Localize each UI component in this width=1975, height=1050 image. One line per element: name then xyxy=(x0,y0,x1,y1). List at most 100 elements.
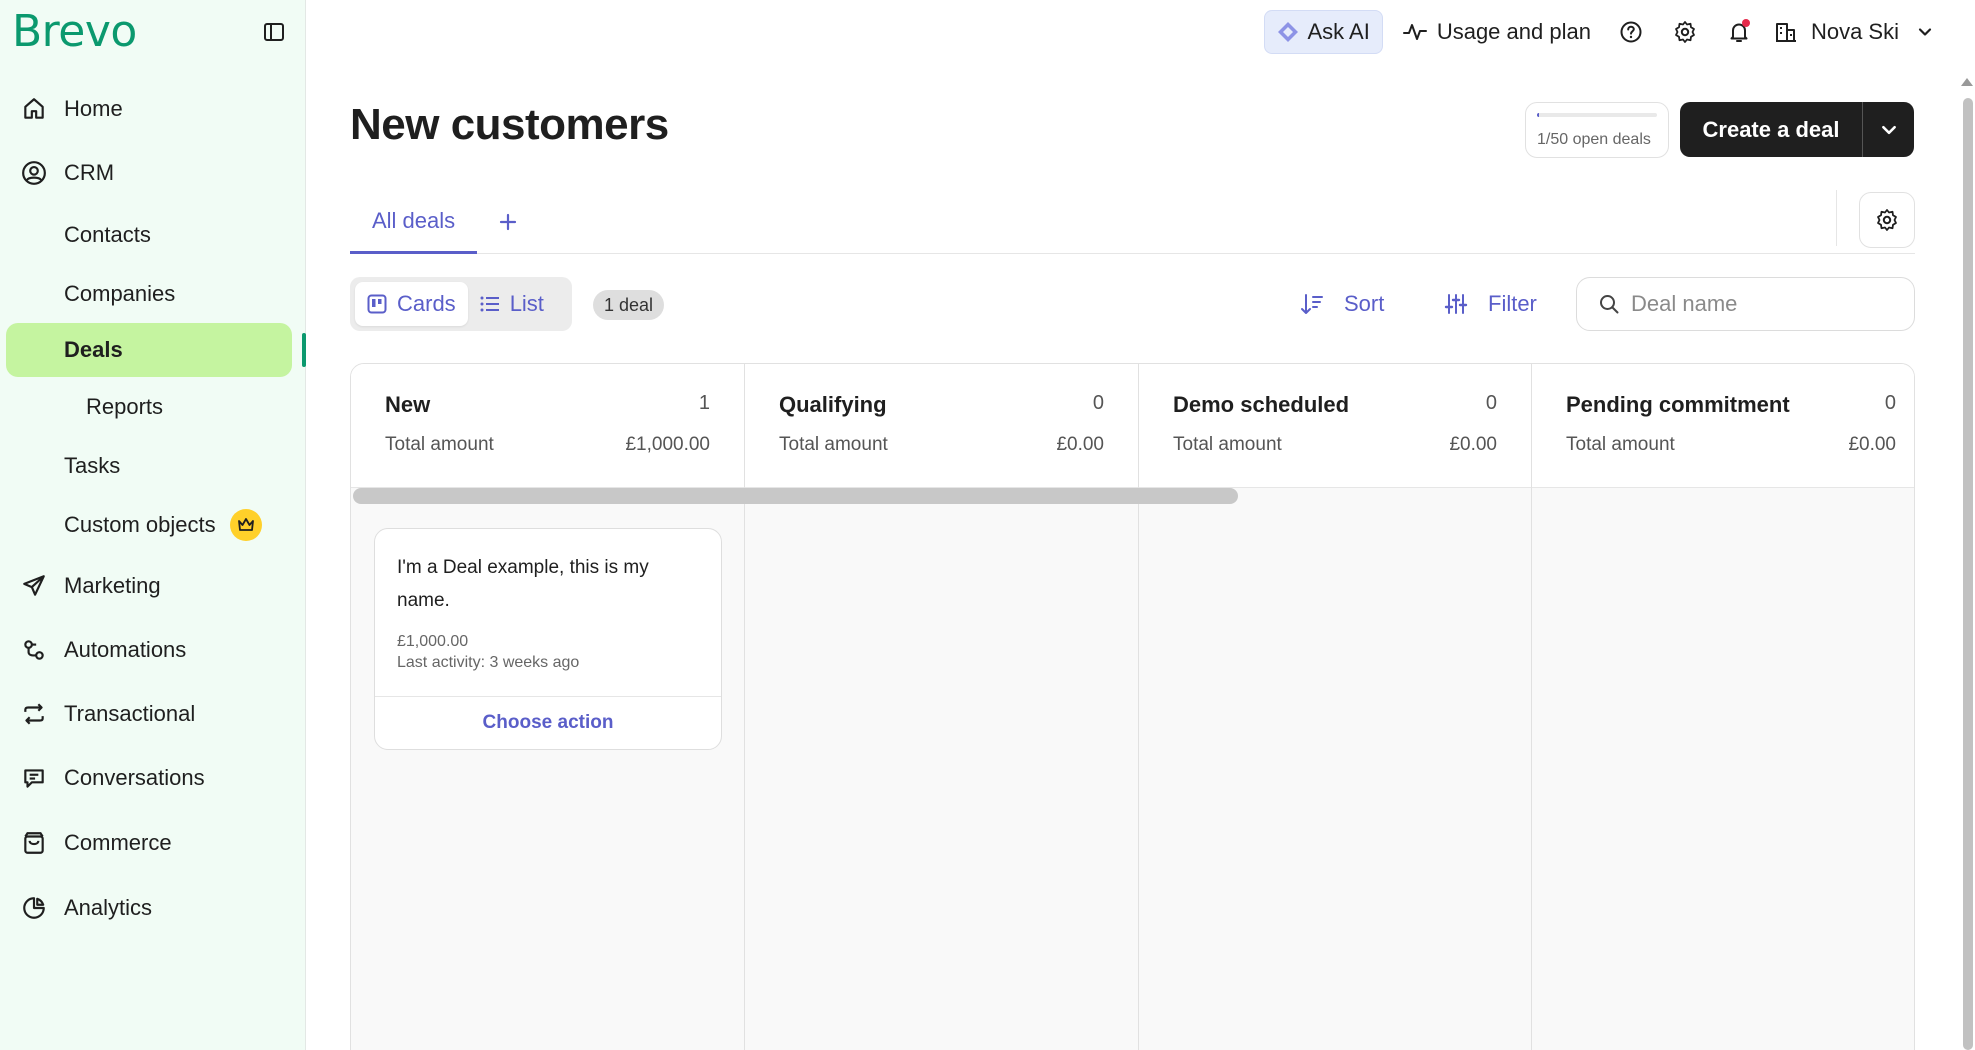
account-name: Nova Ski xyxy=(1810,19,1899,44)
sidebar-item-label: Commerce xyxy=(64,830,172,855)
stage-total-amount: £0.00 xyxy=(1449,434,1497,455)
sidebar-item-label: Custom objects xyxy=(64,511,216,537)
tab-all-deals[interactable]: All deals xyxy=(350,190,478,254)
brevo-logo[interactable]: Brevo xyxy=(12,6,137,57)
choose-action-button[interactable]: Choose action xyxy=(375,697,721,749)
stage-name: New xyxy=(385,392,431,417)
stage-total-amount: £0.00 xyxy=(1848,434,1896,455)
sidebar-item-conversations[interactable]: Conversations xyxy=(0,746,306,810)
sidebar-item-label: Tasks xyxy=(64,452,121,478)
sidebar-item-label: Analytics xyxy=(64,895,153,920)
deal-search xyxy=(1576,277,1915,331)
active-indicator xyxy=(302,333,306,367)
open-deals-label: 1/50 open deals xyxy=(1537,131,1651,148)
repeat-icon xyxy=(20,700,48,728)
stage-body xyxy=(1532,488,1914,1050)
add-tab-plus-icon[interactable] xyxy=(490,204,526,240)
sidebar-item-contacts[interactable]: Contacts xyxy=(0,205,306,264)
sidebar-item-marketing[interactable]: Marketing xyxy=(0,554,306,618)
scroll-up-arrow-icon[interactable] xyxy=(1961,78,1973,86)
account-menu[interactable]: Nova Ski xyxy=(1775,19,1933,45)
sidebar-item-companies[interactable]: Companies xyxy=(0,264,306,323)
chat-icon xyxy=(20,764,48,792)
page-scrollbar-thumb[interactable] xyxy=(1963,98,1973,1050)
sidebar-item-reports[interactable]: Reports xyxy=(0,377,306,436)
deal-amount: £1,000.00 xyxy=(397,633,469,650)
pipeline-board: New 1 Total amount £1,000.00 I'm a Deal … xyxy=(350,363,1915,1050)
sidebar-collapse-icon[interactable] xyxy=(262,20,286,44)
deal-search-input[interactable] xyxy=(1631,291,1891,317)
sidebar-item-tasks[interactable]: Tasks xyxy=(0,436,306,495)
deals-toolbar: Cards List 1 deal Sort Filter xyxy=(350,277,1915,331)
stage-total-label: Total amount xyxy=(385,434,494,455)
gear-icon xyxy=(1875,208,1899,232)
sidebar-item-label: Transactional xyxy=(64,701,196,726)
send-icon xyxy=(20,572,48,600)
sparkle-diamond-icon xyxy=(1277,21,1299,43)
create-deal-button[interactable]: Create a deal xyxy=(1680,102,1862,157)
ask-ai-button[interactable]: Ask AI xyxy=(1264,10,1383,54)
stage-total-label: Total amount xyxy=(779,434,888,455)
notification-bell-icon[interactable] xyxy=(1725,18,1753,46)
view-tabs: All deals xyxy=(350,190,1915,254)
stage-header: Pending commitment 0 Total amount £0.00 xyxy=(1532,364,1914,488)
filter-sliders-icon xyxy=(1444,293,1468,315)
sidebar: Brevo Home CRM Contacts Companies Deals … xyxy=(0,0,306,1050)
sidebar-nav: Home CRM Contacts Companies Deals Report… xyxy=(0,82,306,940)
stage-total-amount: £0.00 xyxy=(1056,434,1104,455)
sidebar-item-automations[interactable]: Automations xyxy=(0,618,306,682)
stage-total-label: Total amount xyxy=(1173,434,1282,455)
sidebar-item-home[interactable]: Home xyxy=(0,82,306,136)
kanban-icon xyxy=(367,294,387,314)
sidebar-item-label: Automations xyxy=(64,637,187,662)
ask-ai-label: Ask AI xyxy=(1307,19,1370,44)
sort-icon xyxy=(1300,293,1324,315)
topbar-actions: Ask AI Usage and plan Nova Ski xyxy=(1264,10,1933,54)
help-icon[interactable] xyxy=(1617,18,1645,46)
deal-card[interactable]: I'm a Deal example, this is my name. £1,… xyxy=(374,528,722,750)
usage-and-plan-link[interactable]: Usage and plan xyxy=(1402,19,1591,45)
notification-dot xyxy=(1741,19,1750,27)
chevron-down-icon xyxy=(1880,121,1898,139)
sidebar-item-analytics[interactable]: Analytics xyxy=(0,876,306,940)
sidebar-item-label: Marketing xyxy=(64,573,161,598)
sidebar-item-deals[interactable]: Deals xyxy=(6,323,306,377)
stage-total-amount: £1,000.00 xyxy=(625,434,710,455)
home-icon xyxy=(20,95,48,123)
settings-icon[interactable] xyxy=(1671,18,1699,46)
stage-header: Demo scheduled 0 Total amount £0.00 xyxy=(1139,364,1531,488)
crown-icon xyxy=(229,508,262,541)
sidebar-item-crm[interactable]: CRM xyxy=(0,146,306,200)
bag-icon xyxy=(20,829,48,857)
create-deal-dropdown-button[interactable] xyxy=(1862,102,1914,157)
stage-column-qualifying: Qualifying 0 Total amount £0.00 xyxy=(745,364,1139,1050)
deal-count-badge: 1 deal xyxy=(593,290,665,320)
sort-button[interactable]: Sort xyxy=(1300,277,1384,331)
sidebar-item-label: Deals xyxy=(64,337,123,362)
usage-label: Usage and plan xyxy=(1436,19,1591,44)
stage-body xyxy=(1139,488,1531,1050)
activity-icon xyxy=(1402,21,1427,43)
stage-body xyxy=(745,488,1138,1050)
search-icon xyxy=(1599,294,1619,314)
sidebar-item-label: Contacts xyxy=(64,221,151,247)
board-horizontal-scrollbar[interactable] xyxy=(353,488,1238,504)
stage-column-pending-commitment: Pending commitment 0 Total amount £0.00 xyxy=(1532,364,1914,1050)
filter-button[interactable]: Filter xyxy=(1444,277,1537,331)
sidebar-item-commerce[interactable]: Commerce xyxy=(0,810,306,876)
stage-count: 0 xyxy=(1092,392,1104,414)
pipeline-settings-button[interactable] xyxy=(1859,192,1915,248)
view-cards-button[interactable]: Cards xyxy=(355,282,468,326)
stage-column-demo-scheduled: Demo scheduled 0 Total amount £0.00 xyxy=(1139,364,1532,1050)
view-list-button[interactable]: List xyxy=(468,282,556,326)
sidebar-item-label: Companies xyxy=(64,280,176,306)
list-icon xyxy=(480,295,500,313)
sidebar-item-transactional[interactable]: Transactional xyxy=(0,682,306,746)
stage-name: Pending commitment xyxy=(1566,392,1790,417)
sidebar-item-label: CRM xyxy=(64,160,115,185)
stage-count: 0 xyxy=(1485,392,1497,414)
stage-name: Demo scheduled xyxy=(1173,392,1350,417)
stage-header: Qualifying 0 Total amount £0.00 xyxy=(745,364,1138,488)
sidebar-item-custom-objects[interactable]: Custom objects xyxy=(0,495,306,554)
pie-chart-icon xyxy=(20,894,48,922)
